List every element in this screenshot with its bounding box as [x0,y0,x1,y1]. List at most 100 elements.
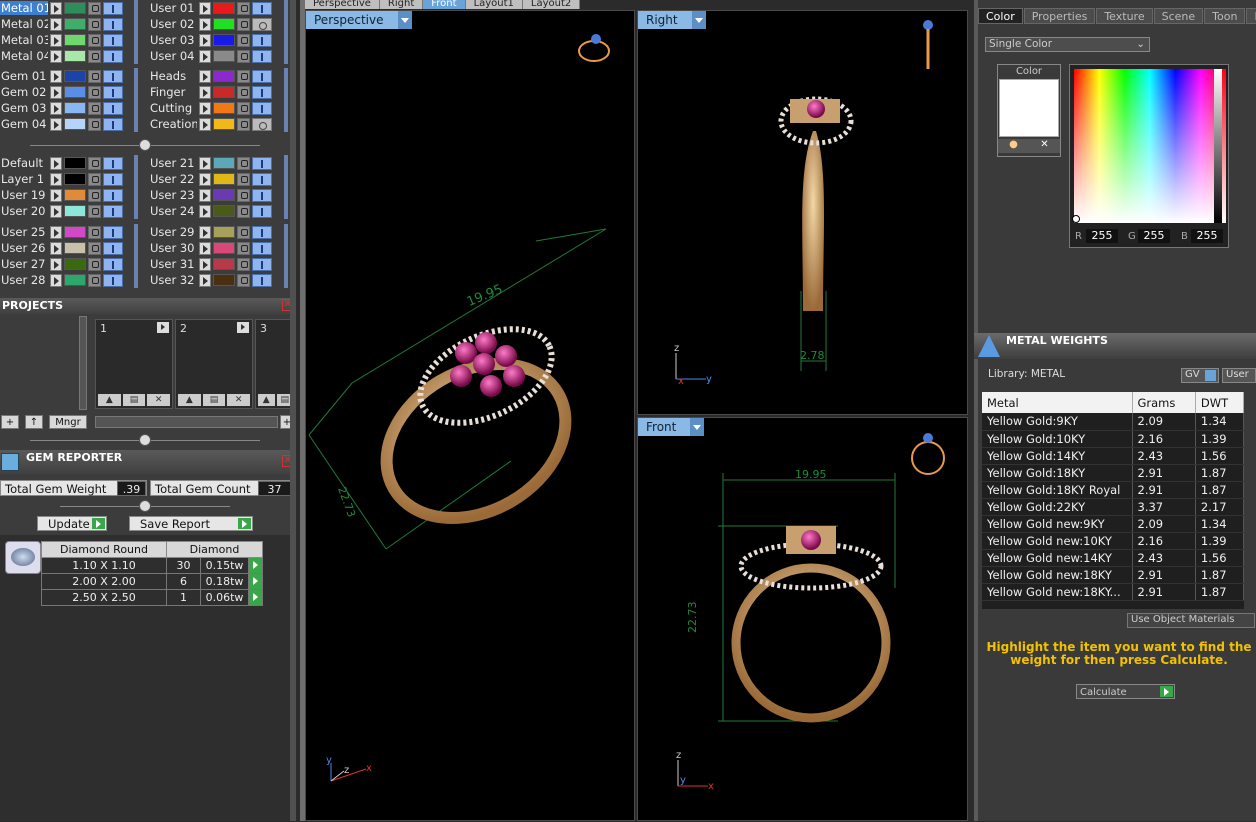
visibility-icon[interactable] [103,257,123,271]
table-row[interactable]: Yellow Gold:14KY 2.43 1.56 [982,447,1245,465]
table-row[interactable]: Yellow Gold:18KY 2.91 1.87 [982,464,1245,482]
layer-row[interactable]: Gem 03 [0,100,123,116]
layer-row[interactable]: User 20 [0,203,123,219]
layer-color-swatch[interactable] [64,258,86,270]
play-icon[interactable] [50,17,62,31]
view-cube-icon[interactable] [578,34,610,62]
play-icon[interactable] [50,241,62,255]
lock-icon[interactable] [88,117,101,131]
play-icon[interactable] [199,273,211,287]
layer-color-swatch[interactable] [64,2,86,14]
visibility-icon[interactable] [103,1,123,15]
lock-icon[interactable] [88,273,101,287]
lock-icon[interactable] [88,17,101,31]
layer-row[interactable]: User 24 [149,203,272,219]
layer-row[interactable]: Metal 01 [0,0,123,16]
table-row[interactable]: Yellow Gold:9KY 2.09 1.34 [982,413,1245,431]
layer-color-swatch[interactable] [64,70,86,82]
play-icon[interactable] [199,101,211,115]
visibility-icon[interactable] [103,69,123,83]
play-icon[interactable] [199,1,211,15]
table-row[interactable]: Yellow Gold new:9KY 2.09 1.34 [982,515,1245,533]
close-icon[interactable]: ✕ [227,394,251,406]
add-project-button[interactable]: + [1,415,19,429]
layer-color-swatch[interactable] [64,173,86,185]
front-viewport[interactable]: Front 19.95 22.73 zxy [637,417,968,821]
collapse-knob[interactable] [139,434,151,446]
layer-row[interactable]: Gem 04 [0,116,123,132]
layer-color-swatch[interactable] [213,18,235,30]
visibility-icon[interactable] [252,85,272,99]
projects-scrollbar[interactable] [79,316,87,410]
lock-icon[interactable] [88,257,101,271]
layer-row[interactable]: User 30 [149,240,272,256]
visibility-icon[interactable] [252,204,272,218]
visibility-icon[interactable] [103,85,123,99]
table-row[interactable]: Yellow Gold new:14KY 2.43 1.56 [982,549,1245,567]
gem-row[interactable]: 1.10 X 1.10 30 0.15tw [41,557,263,574]
layer-color-swatch[interactable] [64,205,86,217]
up-icon[interactable]: ▲ [258,394,275,406]
visibility-icon[interactable] [252,273,272,287]
layer-color-swatch[interactable] [64,242,86,254]
layer-color-swatch[interactable] [213,70,235,82]
color-panel-tab[interactable]: Scene [1153,8,1204,24]
layer-row[interactable]: User 23 [149,187,272,203]
project-slot[interactable]: 1 ▲ ▤ ✕ [95,319,173,409]
table-row[interactable]: Yellow Gold new:18KY... 2.91 1.87 [982,583,1245,601]
lock-icon[interactable] [88,172,101,186]
layer-color-swatch[interactable] [213,118,235,130]
play-icon[interactable] [248,589,263,606]
column-header[interactable]: Metal [982,392,1133,413]
layer-color-swatch[interactable] [213,205,235,217]
visibility-icon[interactable] [103,33,123,47]
layer-color-swatch[interactable] [64,102,86,114]
color-panel-tab[interactable]: Texture [1096,8,1153,24]
manager-button[interactable]: Mngr [49,415,87,429]
lock-icon[interactable] [237,69,250,83]
visibility-icon[interactable] [252,172,272,186]
color-picker-icon[interactable]: ● [998,139,1029,153]
play-icon[interactable] [50,69,62,83]
close-icon[interactable]: ✕ [1029,139,1060,153]
view-cube-icon[interactable] [911,433,945,475]
layer-row[interactable]: User 31 [149,256,272,272]
lock-icon[interactable] [237,117,250,131]
up-icon[interactable]: ▲ [178,394,201,406]
play-icon[interactable] [50,49,62,63]
layer-row[interactable]: Finger [149,84,272,100]
lock-icon[interactable] [88,241,101,255]
r-input[interactable]: 255 [1086,229,1118,243]
play-icon[interactable] [248,557,263,574]
play-icon[interactable] [50,204,62,218]
layer-row[interactable]: User 29 [149,224,272,240]
save-report-button[interactable]: Save Report [129,516,253,531]
layer-row[interactable]: User 21 [149,155,272,171]
right-viewport[interactable]: Right 2.78 zyx [637,10,968,415]
visibility-icon[interactable] [103,156,123,170]
play-icon[interactable] [199,225,211,239]
play-icon[interactable] [199,204,211,218]
layer-color-swatch[interactable] [64,226,86,238]
play-icon[interactable] [199,257,211,271]
view-tab[interactable]: Perspective [305,0,380,9]
layer-row[interactable]: User 22 [149,171,272,187]
layer-row[interactable]: Heads [149,68,272,84]
visibility-icon[interactable] [252,241,272,255]
save-icon[interactable]: ▤ [122,394,146,406]
lock-icon[interactable] [88,1,101,15]
lock-icon[interactable] [237,188,250,202]
play-icon[interactable] [199,172,211,186]
view-tab[interactable]: Front [423,0,466,9]
lock-icon[interactable] [237,101,250,115]
play-icon[interactable] [199,156,211,170]
play-icon[interactable] [237,322,249,333]
play-icon[interactable] [50,101,62,115]
lock-icon[interactable] [88,204,101,218]
color-cursor[interactable] [1072,215,1080,223]
view-tab[interactable]: Layout1 [465,0,523,9]
lock-icon[interactable] [88,49,101,63]
layer-row[interactable]: User 25 [0,224,123,240]
play-icon[interactable] [50,156,62,170]
layer-color-swatch[interactable] [213,226,235,238]
